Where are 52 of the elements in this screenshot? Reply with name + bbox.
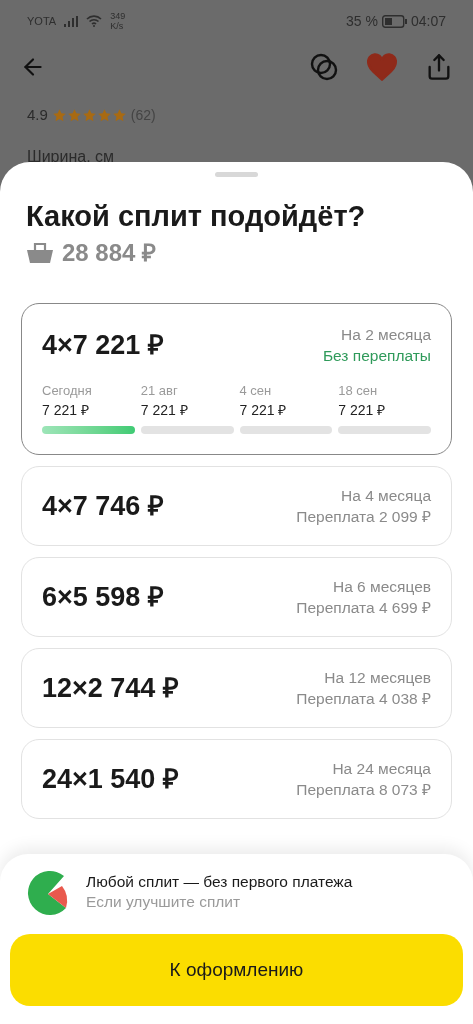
star-icon [81,107,97,123]
plan-term: На 6 месяцев [332,577,431,597]
promo-title: Любой сплит — без первого платежа [86,872,353,892]
star-icon [66,107,82,123]
plan-overpay: Переплата 2 099 ₽ [296,507,431,527]
payment-date: 21 авг [140,382,179,400]
plan-amount: 4×7 221 ₽ [42,328,164,362]
split-plan-option[interactable]: 6×5 598 ₽ На 6 месяцев Переплата 4 699 ₽ [21,557,452,637]
plan-amount: 12×2 744 ₽ [42,671,179,705]
payment-date: 18 сен [338,382,379,400]
plan-amount: 4×7 746 ₽ [42,489,164,523]
star-icon [96,107,112,123]
payment-date: Сегодня [42,382,93,400]
payment-amount: 7 221 ₽ [338,401,387,420]
payment-amount: 7 221 ₽ [42,401,90,420]
section-label: Ширина, см [26,146,116,167]
checkout-button[interactable]: К оформлению [10,934,463,1006]
order-total: 28 884 ₽ [62,238,157,268]
drag-handle[interactable] [215,172,258,177]
plan-term: На 24 месяца [332,759,431,779]
plan-term: На 4 месяца [341,486,431,506]
payment-date: 4 сен [239,382,273,400]
wifi-icon [86,15,103,27]
payment-amount: 7 221 ₽ [239,401,288,420]
split-plan-option[interactable]: 24×1 540 ₽ На 24 месяца Переплата 8 073 ₽ [21,739,452,819]
plan-overpay: Переплата 4 699 ₽ [296,598,431,618]
star-icon [51,107,67,123]
battery-percent: 35 % [346,11,378,31]
star-icon [111,107,127,123]
plan-amount: 24×1 540 ₽ [42,762,179,796]
network-speed: 349 [110,11,126,21]
plan-amount: 6×5 598 ₽ [42,580,164,614]
sheet-title: Какой сплит подойдёт? [25,199,367,233]
payment-amount: 7 221 ₽ [140,401,189,420]
plan-overpay: Без переплаты [322,346,431,366]
battery-icon [381,14,407,28]
split-plan-option[interactable]: 4×7 746 ₽ На 4 месяца Переплата 2 099 ₽ [21,466,452,546]
watermelon-icon [26,868,70,916]
basket-icon [26,242,54,264]
carrier-name: YOTA [27,13,57,29]
rating-value: 4.9 [27,105,48,125]
clock-time: 04:07 [410,11,446,31]
plan-term: На 12 месяцев [324,668,431,688]
split-plan-option[interactable]: 12×2 744 ₽ На 12 месяцев Переплата 4 038 ₽ [21,648,452,728]
signal-icon [64,15,79,27]
plan-term: На 2 месяца [341,325,431,345]
network-speed-unit: K/s [110,21,125,31]
promo-subtitle: Если улучшите сплит [86,892,242,912]
plan-overpay: Переплата 4 038 ₽ [296,689,431,709]
plan-overpay: Переплата 8 073 ₽ [296,780,431,800]
compare-icon[interactable] [309,52,339,82]
split-plan-option[interactable]: 4×7 221 ₽ На 2 месяца Без переплаты Сегодня 7 221 ₽ 21 авг 7 221 ₽ 4 сен 7 221 ₽ 18 сен 7 221 ₽ [21,303,452,455]
